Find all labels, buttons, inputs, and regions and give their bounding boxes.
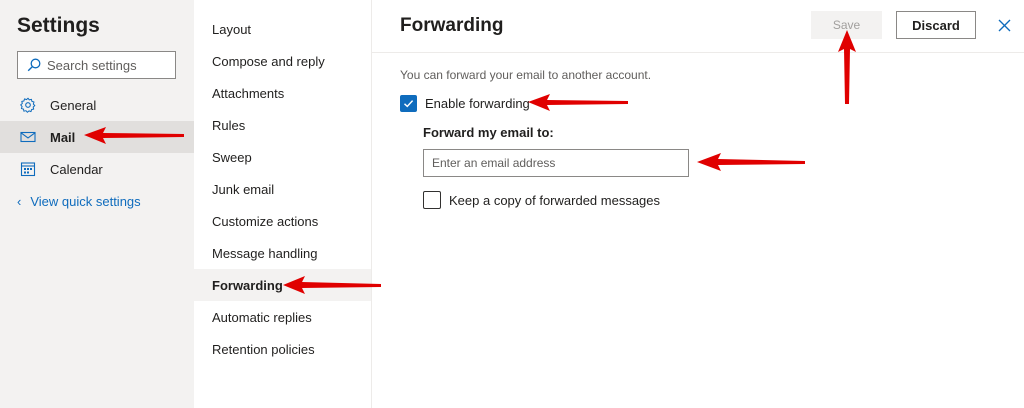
category-label: Retention policies bbox=[212, 341, 315, 357]
category-sweep[interactable]: Sweep bbox=[194, 141, 371, 173]
annotation-arrow-email bbox=[697, 153, 805, 171]
header-divider bbox=[372, 52, 1024, 53]
category-compose-and-reply[interactable]: Compose and reply bbox=[194, 45, 371, 77]
settings-title: Settings bbox=[17, 14, 100, 37]
nav-item-general[interactable]: General bbox=[0, 89, 194, 121]
annotation-arrow-mail bbox=[84, 127, 184, 144]
category-label: Message handling bbox=[212, 245, 318, 261]
keep-copy-checkbox[interactable] bbox=[423, 191, 441, 209]
category-attachments[interactable]: Attachments bbox=[194, 77, 371, 109]
category-layout[interactable]: Layout bbox=[194, 13, 371, 45]
discard-button[interactable]: Discard bbox=[896, 11, 976, 39]
category-label: Junk email bbox=[212, 181, 275, 197]
mail-icon bbox=[20, 129, 36, 145]
gear-icon bbox=[20, 97, 36, 113]
enable-forwarding-row[interactable]: Enable forwarding bbox=[400, 95, 530, 112]
close-icon bbox=[998, 19, 1010, 31]
search-placeholder: Search settings bbox=[47, 57, 137, 73]
category-label: Layout bbox=[212, 21, 252, 37]
nav-item-calendar[interactable]: Calendar bbox=[0, 153, 194, 185]
category-retention-policies[interactable]: Retention policies bbox=[194, 333, 371, 365]
search-settings-input[interactable]: Search settings bbox=[17, 51, 176, 79]
forwarding-description: You can forward your email to another ac… bbox=[400, 68, 652, 82]
close-button[interactable] bbox=[994, 15, 1014, 35]
keep-copy-row[interactable]: Keep a copy of forwarded messages bbox=[423, 191, 660, 209]
category-automatic-replies[interactable]: Automatic replies bbox=[194, 301, 371, 333]
category-label: Customize actions bbox=[212, 213, 319, 229]
enable-forwarding-label: Enable forwarding bbox=[425, 96, 530, 111]
forward-to-label: Forward my email to: bbox=[423, 125, 554, 140]
keep-copy-label: Keep a copy of forwarded messages bbox=[449, 192, 661, 208]
forward-email-input[interactable] bbox=[423, 149, 689, 177]
category-label: Forwarding bbox=[212, 277, 283, 293]
category-label: Rules bbox=[212, 117, 246, 133]
category-label: Automatic replies bbox=[212, 309, 312, 325]
calendar-icon bbox=[20, 161, 36, 177]
category-customize-actions[interactable]: Customize actions bbox=[194, 205, 371, 237]
category-label: Attachments bbox=[212, 85, 285, 101]
category-rules[interactable]: Rules bbox=[194, 109, 371, 141]
search-icon bbox=[27, 58, 41, 72]
annotation-arrow-enable bbox=[528, 94, 628, 111]
annotation-arrow-forwarding bbox=[283, 276, 381, 294]
mail-category-list: Layout Compose and reply Attachments Rul… bbox=[194, 0, 372, 408]
nav-item-label: Mail bbox=[50, 129, 76, 145]
chevron-left-icon: ‹ bbox=[17, 194, 22, 209]
view-quick-settings-label: View quick settings bbox=[30, 194, 141, 209]
nav-item-label: Calendar bbox=[50, 161, 103, 177]
category-label: Sweep bbox=[212, 149, 252, 165]
view-quick-settings-link[interactable]: ‹ View quick settings bbox=[17, 194, 141, 209]
annotation-arrow-save bbox=[838, 30, 856, 104]
enable-forwarding-checkbox[interactable] bbox=[400, 95, 417, 112]
page-title: Forwarding bbox=[400, 15, 504, 36]
checkmark-icon bbox=[404, 100, 414, 108]
nav-item-label: General bbox=[50, 97, 97, 113]
category-message-handling[interactable]: Message handling bbox=[194, 237, 371, 269]
category-label: Compose and reply bbox=[212, 53, 325, 69]
settings-nav-pane: Settings Search settings General Mail Ca… bbox=[0, 0, 194, 408]
category-junk-email[interactable]: Junk email bbox=[194, 173, 371, 205]
forwarding-settings-panel: Forwarding Save Discard You can forward … bbox=[372, 0, 1024, 408]
